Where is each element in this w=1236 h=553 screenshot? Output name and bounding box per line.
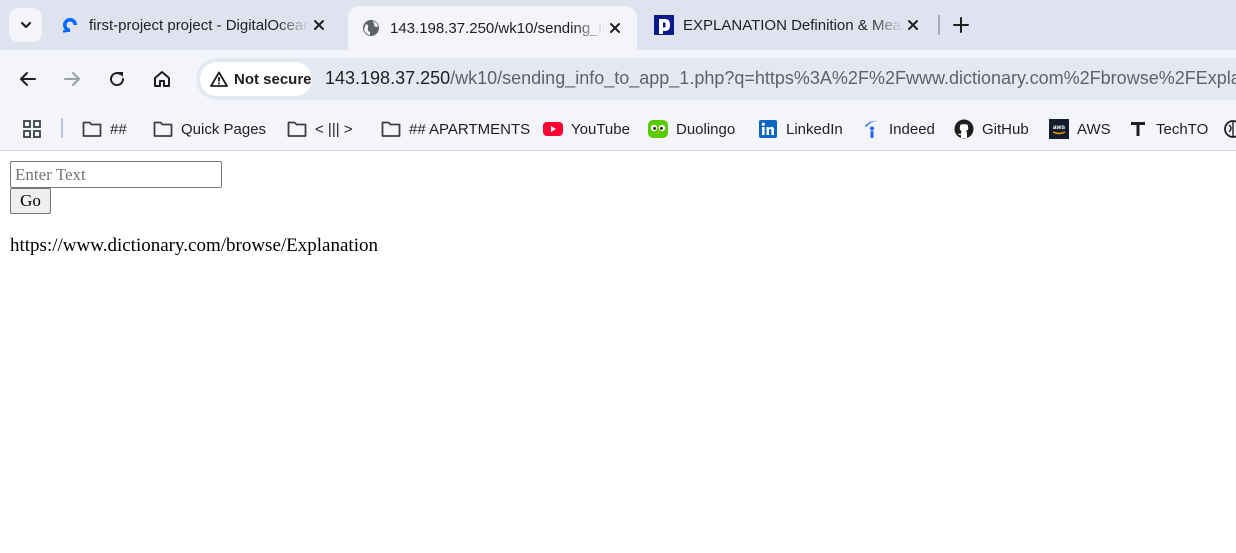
folder-icon <box>287 119 307 139</box>
tab-digitalocean[interactable]: first-project project - DigitalOcean <box>47 6 341 44</box>
tab-title: EXPLANATION Definition & Meaning <box>683 16 903 34</box>
folder-icon <box>82 119 102 139</box>
indeed-icon <box>861 119 881 139</box>
tab-title: 143.198.37.250/wk10/sending_info_to_app_… <box>390 19 605 37</box>
result-url-text: https://www.dictionary.com/browse/Explan… <box>10 235 378 256</box>
bookmark-aws[interactable]: aws AWS <box>1049 116 1111 142</box>
bookmark-indeed[interactable]: Indeed <box>861 116 935 142</box>
bookmark-label: TechTO <box>1156 120 1209 138</box>
tab-dictionary[interactable]: EXPLANATION Definition & Meaning <box>641 6 935 44</box>
bookmark-label: LinkedIn <box>786 120 843 138</box>
dictionary-icon <box>654 15 674 35</box>
digitalocean-icon <box>60 15 80 35</box>
bookmark-duolingo[interactable]: Duolingo <box>648 116 735 142</box>
url-path: /wk10/sending_info_to_app_1.php?q=https%… <box>450 68 1236 88</box>
folder-icon <box>381 119 401 139</box>
bookmark-techto[interactable]: TechTO <box>1128 116 1208 142</box>
new-tab-button[interactable] <box>948 12 974 38</box>
svg-text:aws: aws <box>1053 124 1066 131</box>
bookmark-label: YouTube <box>571 120 630 138</box>
back-button[interactable] <box>14 65 42 93</box>
tab-sending-info[interactable]: 143.198.37.250/wk10/sending_info_to_app_… <box>348 6 637 50</box>
bookmarks-bar: ## Quick Pages < ||| > ## APARTMENTS You… <box>0 108 1236 151</box>
browser-toolbar: Not secure 143.198.37.250/wk10/sending_i… <box>0 50 1236 108</box>
bookmark-folder-apartments[interactable]: ## APARTMENTS <box>381 116 530 142</box>
bookmark-folder-bars[interactable]: < ||| > <box>287 116 353 142</box>
reload-button[interactable] <box>103 65 131 93</box>
bookmark-label: Duolingo <box>676 120 736 138</box>
close-icon[interactable] <box>605 18 625 38</box>
address-bar[interactable]: Not secure 143.198.37.250/wk10/sending_i… <box>196 58 1236 100</box>
reload-icon <box>110 72 125 87</box>
forward-button[interactable] <box>58 65 86 93</box>
home-icon <box>154 71 170 87</box>
github-icon <box>954 119 974 139</box>
linkedin-icon <box>758 119 778 139</box>
bookmark-label: < ||| > <box>315 120 353 138</box>
tab-search-button[interactable] <box>9 8 42 42</box>
apps-grid-icon <box>22 119 42 139</box>
bookmark-github[interactable]: GitHub <box>954 116 1029 142</box>
apps-button[interactable] <box>22 116 50 142</box>
bookmark-youtube[interactable]: YouTube <box>543 116 630 142</box>
folder-icon <box>153 119 173 139</box>
techto-icon <box>1128 119 1148 139</box>
text-input[interactable] <box>10 161 222 188</box>
bookmark-label: ## <box>110 120 127 138</box>
tab-strip: first-project project - DigitalOcean 143… <box>0 0 1236 50</box>
security-label: Not secure <box>234 70 312 88</box>
bookmark-folder-quick-pages[interactable]: Quick Pages <box>153 116 266 142</box>
bookmark-label: ## APARTMENTS <box>409 120 531 138</box>
bookmarks-separator <box>61 118 63 138</box>
close-icon[interactable] <box>309 15 329 35</box>
brain-icon <box>1223 119 1236 139</box>
aws-icon: aws <box>1049 119 1069 139</box>
forward-arrow-icon <box>64 72 80 86</box>
bookmark-label: AWS <box>1077 120 1111 138</box>
youtube-icon <box>543 119 563 139</box>
plus-icon <box>953 17 969 33</box>
chevron-down-icon <box>20 21 31 29</box>
close-icon[interactable] <box>903 15 923 35</box>
bookmark-folder-hash[interactable]: ## <box>82 116 127 142</box>
bookmark-label: GitHub <box>982 120 1029 138</box>
page-content: Go https://www.dictionary.com/browse/Exp… <box>0 151 1236 553</box>
bookmark-label: Quick Pages <box>181 120 267 138</box>
bookmark-overflow[interactable] <box>1223 116 1236 142</box>
globe-icon <box>361 18 381 38</box>
tab-title: first-project project - DigitalOcean <box>89 16 309 34</box>
url-host: 143.198.37.250 <box>325 68 451 88</box>
go-button[interactable]: Go <box>10 188 51 214</box>
home-button[interactable] <box>148 65 176 93</box>
duolingo-icon <box>648 119 668 139</box>
url-text[interactable]: 143.198.37.250/wk10/sending_info_to_app_… <box>325 68 1236 89</box>
warning-icon <box>210 71 228 87</box>
back-arrow-icon <box>20 72 36 86</box>
bookmark-label: Indeed <box>889 120 935 138</box>
tab-separator <box>938 15 940 35</box>
bookmark-linkedin[interactable]: LinkedIn <box>758 116 843 142</box>
site-info-button[interactable]: Not secure <box>200 62 312 96</box>
